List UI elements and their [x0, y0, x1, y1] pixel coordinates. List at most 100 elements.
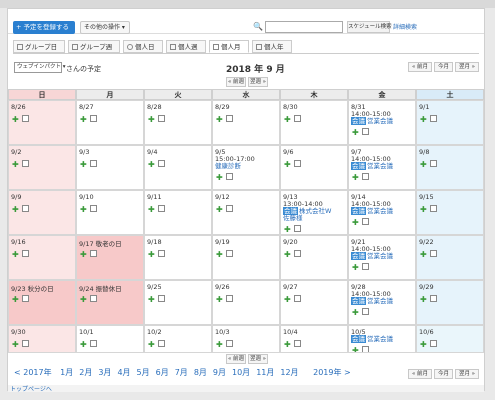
memo-icon[interactable]: [293, 295, 301, 302]
day-label[interactable]: 9/18: [147, 238, 162, 246]
calendar-day-cell[interactable]: 9/5 15:00-17:00 健康診断 ✚: [212, 145, 280, 190]
calendar-day-cell[interactable]: 9/18 ✚: [144, 235, 212, 280]
day-label[interactable]: 9/9: [11, 193, 21, 201]
memo-icon[interactable]: [225, 173, 233, 180]
add-event-icon[interactable]: ✚: [216, 115, 223, 124]
memo-icon[interactable]: [157, 295, 165, 302]
add-event-icon[interactable]: ✚: [12, 160, 19, 169]
calendar-day-cell[interactable]: 9/23 秋分の日 ✚: [8, 280, 76, 325]
user-select[interactable]: ウェブインパクト ▾: [14, 62, 66, 73]
calendar-day-cell[interactable]: 9/19 ✚: [212, 235, 280, 280]
add-event-icon[interactable]: ✚: [352, 173, 359, 182]
memo-icon[interactable]: [157, 340, 165, 347]
top-page-link[interactable]: トップページへ: [10, 384, 52, 393]
memo-icon[interactable]: [225, 295, 233, 302]
day-label[interactable]: 9/3: [79, 148, 89, 156]
add-event-icon[interactable]: ✚: [284, 250, 291, 259]
day-label[interactable]: 9/1: [419, 103, 429, 111]
event-title[interactable]: 営業会議: [367, 297, 393, 305]
tab-personal-day[interactable]: 個人日: [123, 40, 163, 53]
next-month-button[interactable]: 翌月 »: [455, 62, 479, 72]
add-event-icon[interactable]: ✚: [420, 205, 427, 214]
calendar-day-cell[interactable]: 9/8 ✚: [416, 145, 484, 190]
add-schedule-button[interactable]: + 予定を登録する: [13, 21, 75, 34]
day-label[interactable]: 10/1: [79, 328, 94, 336]
prev-month-button[interactable]: « 前月: [408, 62, 432, 72]
add-event-icon[interactable]: ✚: [352, 308, 359, 317]
calendar-day-cell[interactable]: 10/2 ✚: [144, 325, 212, 353]
schedule-event[interactable]: 14:00-15:00 会議 営業会議: [351, 246, 393, 260]
add-event-icon[interactable]: ✚: [352, 218, 359, 227]
tab-personal-month[interactable]: 個人月: [209, 40, 249, 53]
day-label[interactable]: 10/2: [147, 328, 162, 336]
add-event-icon[interactable]: ✚: [284, 115, 291, 124]
add-event-icon[interactable]: ✚: [80, 295, 87, 304]
day-label[interactable]: 9/19: [215, 238, 230, 246]
day-label[interactable]: 9/11: [147, 193, 162, 201]
add-event-icon[interactable]: ✚: [284, 225, 291, 234]
calendar-day-cell[interactable]: 9/20 ✚: [280, 235, 348, 280]
day-label[interactable]: 10/3: [215, 328, 230, 336]
day-label[interactable]: 8/27: [79, 103, 94, 111]
day-label[interactable]: 9/6: [283, 148, 293, 156]
add-event-icon[interactable]: ✚: [148, 115, 155, 124]
memo-icon[interactable]: [361, 308, 369, 315]
month-link[interactable]: 11月: [256, 368, 274, 377]
memo-icon[interactable]: [21, 115, 29, 122]
memo-icon[interactable]: [21, 295, 29, 302]
memo-icon[interactable]: [429, 205, 437, 212]
day-label[interactable]: 9/29: [419, 283, 434, 291]
event-title-line2[interactable]: 佐藤様: [283, 215, 331, 222]
day-label[interactable]: 9/15: [419, 193, 434, 201]
this-month-button[interactable]: 今月: [434, 369, 453, 379]
memo-icon[interactable]: [429, 295, 437, 302]
memo-icon[interactable]: [89, 115, 97, 122]
month-link[interactable]: 8月: [194, 368, 207, 377]
schedule-event[interactable]: 13:00-14:00 会議 株式会社W 佐藤様: [283, 201, 331, 222]
add-event-icon[interactable]: ✚: [12, 340, 19, 349]
memo-icon[interactable]: [89, 295, 97, 302]
next-week-button[interactable]: 翌週 »: [248, 77, 268, 87]
day-label[interactable]: 10/4: [283, 328, 298, 336]
calendar-day-cell[interactable]: 8/29 ✚: [212, 100, 280, 145]
schedule-search-button[interactable]: スケジュール検索: [347, 21, 392, 33]
prev-week-button[interactable]: « 前週: [226, 77, 246, 87]
event-title[interactable]: 営業会議: [367, 162, 393, 170]
advanced-search-link[interactable]: 詳細検索: [393, 22, 417, 31]
calendar-day-cell[interactable]: 9/2 ✚: [8, 145, 76, 190]
schedule-event[interactable]: 14:00-15:00 会議 営業会議: [351, 291, 393, 305]
event-title[interactable]: 営業会議: [367, 335, 393, 343]
tab-group-week[interactable]: グループ週: [68, 40, 120, 53]
event-title[interactable]: 営業会議: [367, 117, 393, 125]
calendar-day-cell[interactable]: 9/26 ✚: [212, 280, 280, 325]
add-event-icon[interactable]: ✚: [352, 263, 359, 272]
schedule-event[interactable]: 会議 営業会議: [351, 335, 393, 343]
memo-icon[interactable]: [225, 115, 233, 122]
memo-icon[interactable]: [429, 340, 437, 347]
add-event-icon[interactable]: ✚: [80, 340, 87, 349]
event-title[interactable]: 営業会議: [367, 207, 393, 215]
next-week-button[interactable]: 翌週 »: [248, 354, 268, 364]
add-event-icon[interactable]: ✚: [352, 128, 359, 137]
memo-icon[interactable]: [157, 115, 165, 122]
event-title[interactable]: 営業会議: [367, 252, 393, 260]
calendar-day-cell[interactable]: 8/27 ✚: [76, 100, 144, 145]
add-event-icon[interactable]: ✚: [12, 250, 19, 259]
memo-icon[interactable]: [157, 160, 165, 167]
memo-icon[interactable]: [293, 225, 301, 232]
add-event-icon[interactable]: ✚: [420, 160, 427, 169]
add-event-icon[interactable]: ✚: [148, 205, 155, 214]
add-event-icon[interactable]: ✚: [148, 160, 155, 169]
calendar-day-cell[interactable]: 9/30 ✚: [8, 325, 76, 353]
memo-icon[interactable]: [89, 250, 97, 257]
calendar-day-cell[interactable]: 10/4 ✚: [280, 325, 348, 353]
memo-icon[interactable]: [21, 340, 29, 347]
memo-icon[interactable]: [361, 346, 369, 352]
memo-icon[interactable]: [225, 250, 233, 257]
calendar-day-cell[interactable]: 9/25 ✚: [144, 280, 212, 325]
add-event-icon[interactable]: ✚: [148, 250, 155, 259]
day-label[interactable]: 10/6: [419, 328, 434, 336]
add-event-icon[interactable]: ✚: [420, 115, 427, 124]
memo-icon[interactable]: [89, 160, 97, 167]
memo-icon[interactable]: [21, 205, 29, 212]
